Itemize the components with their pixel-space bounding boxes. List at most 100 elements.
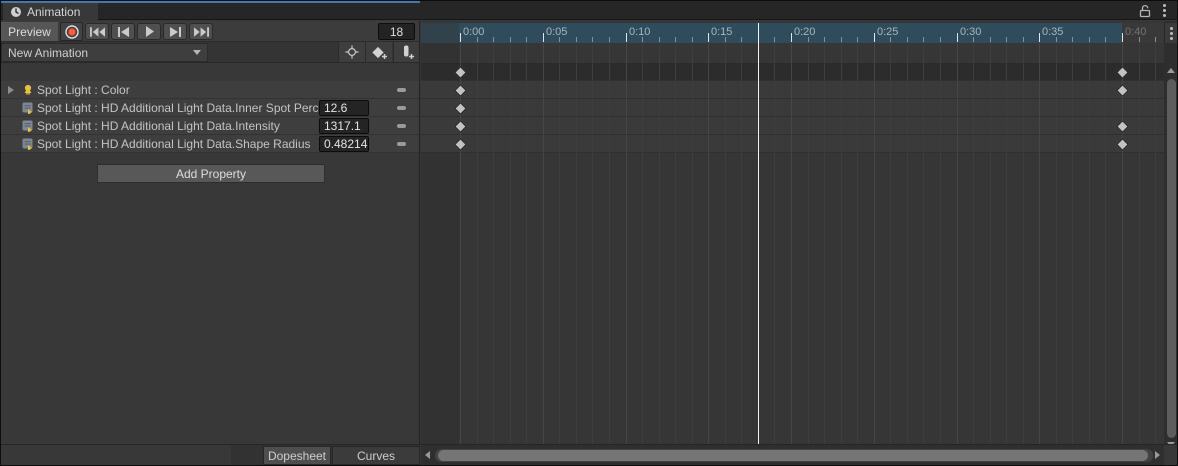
keyframe-diamond[interactable] <box>454 66 467 79</box>
ruler-tick <box>957 33 958 42</box>
property-row-intensity[interactable]: Spot Light : HD Additional Light Data.In… <box>1 117 420 135</box>
spot-light-icon <box>22 84 34 96</box>
keyframe-indicator[interactable] <box>397 88 406 92</box>
tab-curves[interactable]: Curves <box>332 446 420 465</box>
dopesheet-grid[interactable] <box>421 43 1164 444</box>
ruler-tick-label: 0:20 <box>794 26 815 38</box>
script-icon <box>22 138 34 150</box>
ruler-tick <box>1089 37 1090 42</box>
clip-dropdown[interactable]: New Animation <box>1 43 208 62</box>
foldout-chevron-icon[interactable] <box>8 86 14 94</box>
play-button[interactable] <box>137 23 161 40</box>
toolbar-row-1: Preview 18 <box>1 21 420 42</box>
ruler-tick <box>609 37 610 42</box>
horizontal-scrollbar[interactable] <box>421 445 1164 466</box>
keyframe-diamond[interactable] <box>454 120 467 133</box>
property-row-color[interactable]: Spot Light : Color <box>1 81 420 99</box>
keyframe-diamond[interactable] <box>1116 84 1129 97</box>
property-row-inner-spot-percent[interactable]: Spot Light : HD Additional Light Data.In… <box>1 99 420 117</box>
add-keyframe-button[interactable] <box>365 42 392 62</box>
ruler-tick <box>940 37 941 42</box>
property-value-field[interactable]: 12.6 <box>319 100 369 116</box>
unlock-icon[interactable] <box>1139 4 1151 18</box>
tab-dopesheet[interactable]: Dopesheet <box>263 446 331 465</box>
ruler-tick <box>576 37 577 42</box>
record-button[interactable] <box>60 22 83 41</box>
add-event-button[interactable] <box>393 42 420 62</box>
horizontal-scrollbar-thumb[interactable] <box>438 450 1148 461</box>
ruler-tick-label: 0:05 <box>546 26 567 38</box>
playhead[interactable] <box>758 23 759 444</box>
add-property-button[interactable]: Add Property <box>97 164 325 183</box>
ruler-tick <box>659 37 660 42</box>
property-label: Spot Light : Color <box>37 83 318 97</box>
property-label: Spot Light : HD Additional Light Data.In… <box>37 119 318 133</box>
go-to-beginning-button[interactable] <box>85 23 109 40</box>
property-value-field[interactable]: 0.482141 <box>319 136 369 152</box>
tab-animation-label: Animation <box>27 5 80 19</box>
window-menu-icon[interactable] <box>1159 4 1169 18</box>
go-to-end-button[interactable] <box>189 23 213 40</box>
keyframe-indicator[interactable] <box>397 142 406 146</box>
bottom-strip: Dopesheet Curves <box>1 444 1177 465</box>
timeline-ruler[interactable]: 0:000:050:100:150:200:250:300:350:40 <box>421 23 1164 43</box>
ruler-tick <box>510 37 511 42</box>
kebab-menu-icon <box>1167 26 1177 40</box>
play-icon <box>144 26 155 37</box>
pane-divider[interactable] <box>419 21 420 444</box>
ruler-tick <box>675 37 676 42</box>
keyframe-indicator[interactable] <box>397 106 406 110</box>
ruler-tick <box>741 37 742 42</box>
go-to-beginning-icon <box>90 27 105 37</box>
property-value-field[interactable]: 1317.1 <box>319 118 369 134</box>
vertical-scrollbar[interactable] <box>1164 21 1178 465</box>
scroll-left-arrow[interactable] <box>425 451 430 459</box>
property-row-shape-radius[interactable]: Spot Light : HD Additional Light Data.Sh… <box>1 135 420 153</box>
ruler-tick <box>543 33 544 42</box>
ruler-tick <box>1105 37 1106 42</box>
ruler-tick <box>791 33 792 42</box>
ruler-tick <box>874 33 875 42</box>
keyframe-diamond[interactable] <box>1116 120 1129 133</box>
scroll-up-arrow[interactable] <box>1167 68 1175 73</box>
ruler-tick <box>1072 37 1073 42</box>
ruler-tick-label: 0:00 <box>463 26 484 38</box>
keyframe-diamond[interactable] <box>1116 138 1129 151</box>
keyframe-diamond[interactable] <box>1116 66 1129 79</box>
add-keyframe-icon <box>372 46 387 59</box>
keyframe-diamond[interactable] <box>454 138 467 151</box>
ruler-tick <box>626 33 627 42</box>
ruler-menu-button[interactable] <box>1164 23 1178 43</box>
vertical-scrollbar-thumb[interactable] <box>1167 79 1176 438</box>
keyframes-layer <box>421 43 1164 444</box>
ruler-tick-label: 0:30 <box>960 26 981 38</box>
filter-by-selection-button[interactable] <box>338 42 365 62</box>
previous-keyframe-icon <box>117 27 130 37</box>
current-frame-field[interactable]: 18 <box>378 23 415 40</box>
keyframe-diamond[interactable] <box>454 84 467 97</box>
ruler-tick-label: 0:40 <box>1125 26 1146 38</box>
scroll-right-arrow[interactable] <box>1155 451 1160 459</box>
record-icon <box>65 25 79 39</box>
go-to-end-icon <box>194 27 209 37</box>
animation-clock-icon <box>10 6 22 18</box>
ruler-tick <box>559 37 560 42</box>
ruler-tick <box>824 37 825 42</box>
keyframe-indicator[interactable] <box>397 124 406 128</box>
ruler-tick <box>973 37 974 42</box>
keyframe-diamond[interactable] <box>454 102 467 115</box>
ruler-tick <box>907 37 908 42</box>
property-label: Spot Light : HD Additional Light Data.Sh… <box>37 137 318 151</box>
ruler-tick <box>642 37 643 42</box>
preview-button[interactable]: Preview <box>1 22 58 41</box>
ruler-tick <box>1122 33 1123 42</box>
next-keyframe-button[interactable] <box>163 23 187 40</box>
tab-animation[interactable]: Animation <box>3 3 98 20</box>
previous-keyframe-button[interactable] <box>111 23 135 40</box>
ruler-tick <box>1006 37 1007 42</box>
ruler-tick <box>923 37 924 42</box>
toolbar-row-2: New Animation <box>1 42 420 63</box>
tab-strip: Animation <box>1 1 1177 20</box>
ruler-tick <box>477 37 478 42</box>
clip-dropdown-value: New Animation <box>8 46 88 60</box>
